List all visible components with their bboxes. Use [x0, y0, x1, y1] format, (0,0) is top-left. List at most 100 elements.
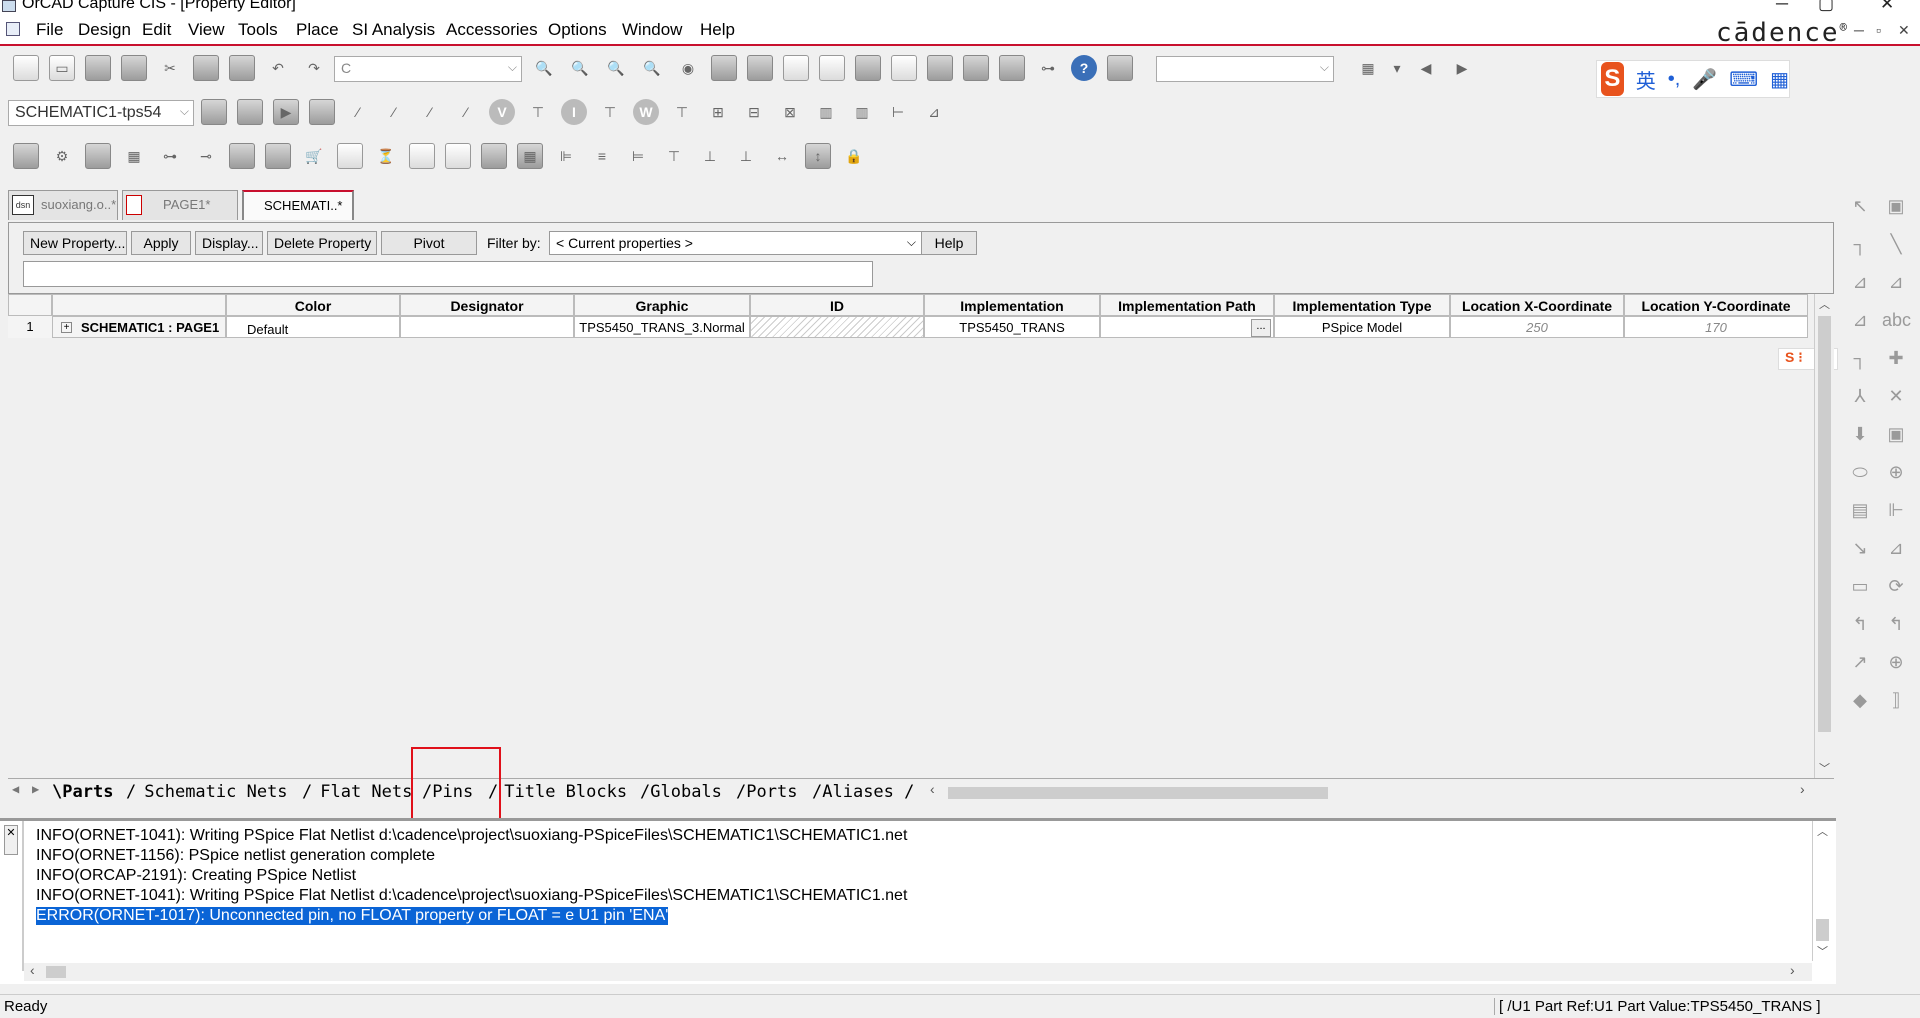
print-icon[interactable]: [121, 55, 147, 81]
tab-scroll-right-icon[interactable]: ▶: [32, 782, 39, 796]
zoom-all-icon[interactable]: 🔍: [639, 55, 665, 81]
optimizer-icon[interactable]: ⊠: [777, 99, 803, 125]
maximize-icon[interactable]: ▢: [1818, 0, 1834, 14]
display-button[interactable]: Display...: [195, 231, 263, 255]
place-wire-icon[interactable]: ┐: [1846, 234, 1874, 260]
tab-flat-nets[interactable]: / Flat Nets: [302, 782, 412, 802]
column-header[interactable]: Location Y-Coordinate: [1624, 294, 1808, 316]
auto-wire-icon[interactable]: ╲: [1882, 234, 1910, 260]
magnetic-parts-icon[interactable]: ⊿: [921, 99, 947, 125]
differential-marker-icon[interactable]: ⁄: [381, 99, 407, 125]
notes-icon[interactable]: [445, 143, 471, 169]
menu-si-analysis[interactable]: SI Analysis: [352, 20, 435, 40]
place-bezier-icon[interactable]: ↰: [1846, 614, 1874, 640]
place-pin-array-icon[interactable]: ⟧: [1882, 690, 1910, 716]
place-ground-icon[interactable]: ⅄: [1846, 386, 1874, 412]
log-vertical-scrollbar[interactable]: ︿ ﹀: [1812, 821, 1832, 961]
variant-icon[interactable]: ⏳: [373, 143, 399, 169]
visibility-icon[interactable]: ◉: [675, 55, 701, 81]
place-line-icon[interactable]: ⊩: [1882, 500, 1910, 526]
cell-graphic[interactable]: TPS5450_TRANS_3.Normal: [574, 316, 750, 338]
tab-scroll-left-icon[interactable]: ◀: [12, 782, 19, 796]
keyboard-icon[interactable]: ⌨: [1729, 67, 1758, 92]
select-icon[interactable]: ↖: [1846, 196, 1874, 222]
new-icon[interactable]: [13, 55, 39, 81]
toggle-current-icon[interactable]: ⊤: [597, 99, 623, 125]
help-button[interactable]: Help: [921, 231, 977, 255]
search-combo[interactable]: C ⌵: [334, 56, 522, 82]
column-header[interactable]: Implementation Path: [1100, 294, 1274, 316]
help-icon[interactable]: ?: [1071, 55, 1097, 81]
toggle-power-icon[interactable]: ⊤: [669, 99, 695, 125]
smoke-icon[interactable]: ▥: [849, 99, 875, 125]
cell-location-x[interactable]: 250: [1450, 316, 1624, 338]
save-icon[interactable]: [85, 55, 111, 81]
sensitivity-icon[interactable]: ⊟: [741, 99, 767, 125]
edit-properties-icon[interactable]: [409, 143, 435, 169]
column-header[interactable]: Graphic: [574, 294, 750, 316]
place-bookmark-icon[interactable]: ↗: [1846, 652, 1874, 678]
place-bus-icon[interactable]: ⊿: [1882, 272, 1910, 298]
tab-parts[interactable]: \Parts: [52, 782, 113, 802]
menu-options[interactable]: Options: [548, 20, 607, 40]
align-middle-icon[interactable]: ⊥: [697, 143, 723, 169]
align-left-icon[interactable]: ⊫: [553, 143, 579, 169]
project-manager-icon[interactable]: [999, 55, 1025, 81]
table-icon[interactable]: ▦: [517, 143, 543, 169]
place-bus-entry-icon[interactable]: ┐: [1846, 348, 1874, 374]
place-ieee-symbol-icon[interactable]: ⊕: [1882, 652, 1910, 678]
menu-view[interactable]: View: [188, 20, 225, 40]
area-select-icon[interactable]: [963, 55, 989, 81]
place-drc-marker-icon[interactable]: ◆: [1846, 690, 1874, 716]
place-arc-icon[interactable]: ▭: [1846, 576, 1874, 602]
grid-vertical-scrollbar[interactable]: ︿ ﹀: [1814, 294, 1834, 778]
scroll-down-icon[interactable]: ﹀: [1817, 943, 1828, 959]
place-pin-icon[interactable]: ⊶: [157, 143, 183, 169]
tab-property-editor[interactable]: SCHEMATI..*: [242, 190, 354, 220]
tab-project[interactable]: dsn suoxiang.o..*: [8, 190, 118, 220]
power-marker-icon[interactable]: ⁄: [453, 99, 479, 125]
parametric-plotter-icon[interactable]: ⊢: [885, 99, 911, 125]
menu-window[interactable]: Window: [622, 20, 682, 40]
mdi-restore-icon[interactable]: ▫: [1876, 22, 1881, 38]
previous-icon[interactable]: ◀: [1413, 55, 1439, 81]
cell-implementation[interactable]: TPS5450_TRANS: [924, 316, 1100, 338]
place-off-page-icon[interactable]: ⬇: [1846, 424, 1874, 450]
column-header[interactable]: ID: [750, 294, 924, 316]
cell-location-y[interactable]: 170: [1624, 316, 1808, 338]
place-net-alias-icon[interactable]: abc: [1882, 310, 1911, 336]
scroll-thumb[interactable]: [1816, 919, 1829, 941]
column-header[interactable]: Implementation: [924, 294, 1100, 316]
export-icon[interactable]: [481, 143, 507, 169]
log-error-line[interactable]: ERROR(ORNET-1017): Unconnected pin, no F…: [36, 907, 669, 925]
menu-place[interactable]: Place: [296, 20, 339, 40]
tab-globals[interactable]: /Globals: [640, 782, 722, 802]
lock-icon[interactable]: 🔒: [841, 143, 867, 169]
place-part-icon[interactable]: ▣: [1882, 196, 1910, 222]
database-icon[interactable]: [229, 143, 255, 169]
bias-voltage-icon[interactable]: V: [489, 99, 515, 125]
place-text-icon[interactable]: ▤: [1846, 500, 1874, 526]
paste-icon[interactable]: [229, 55, 255, 81]
grid-icon[interactable]: ▦: [121, 143, 147, 169]
ime-punctuation[interactable]: •,: [1668, 68, 1681, 91]
pivot-button[interactable]: Pivot: [381, 231, 477, 255]
snap-grid-icon[interactable]: [927, 55, 953, 81]
distribute-vertical-icon[interactable]: ↕: [805, 143, 831, 169]
minimize-icon[interactable]: ─: [1776, 0, 1788, 14]
part-manager-icon[interactable]: [337, 143, 363, 169]
property-value-input[interactable]: [23, 261, 873, 287]
align-center-icon[interactable]: ≡: [589, 143, 615, 169]
sogou-logo-icon[interactable]: S: [1601, 62, 1624, 96]
place-port-icon[interactable]: ⬭: [1846, 462, 1874, 488]
scroll-up-icon[interactable]: ︿: [1819, 296, 1830, 312]
next-icon[interactable]: ▶: [1449, 55, 1475, 81]
tab-ports[interactable]: /Ports: [736, 782, 797, 802]
tool-combo[interactable]: ⌵: [1156, 56, 1334, 82]
delete-property-button[interactable]: Delete Property: [267, 231, 377, 255]
scroll-thumb[interactable]: [46, 966, 66, 978]
param-icon[interactable]: ⊞: [705, 99, 731, 125]
place-no-connect-icon[interactable]: ✕: [1882, 386, 1910, 412]
edit-part-icon[interactable]: [85, 143, 111, 169]
place-picture-icon[interactable]: ↰: [1882, 614, 1910, 640]
